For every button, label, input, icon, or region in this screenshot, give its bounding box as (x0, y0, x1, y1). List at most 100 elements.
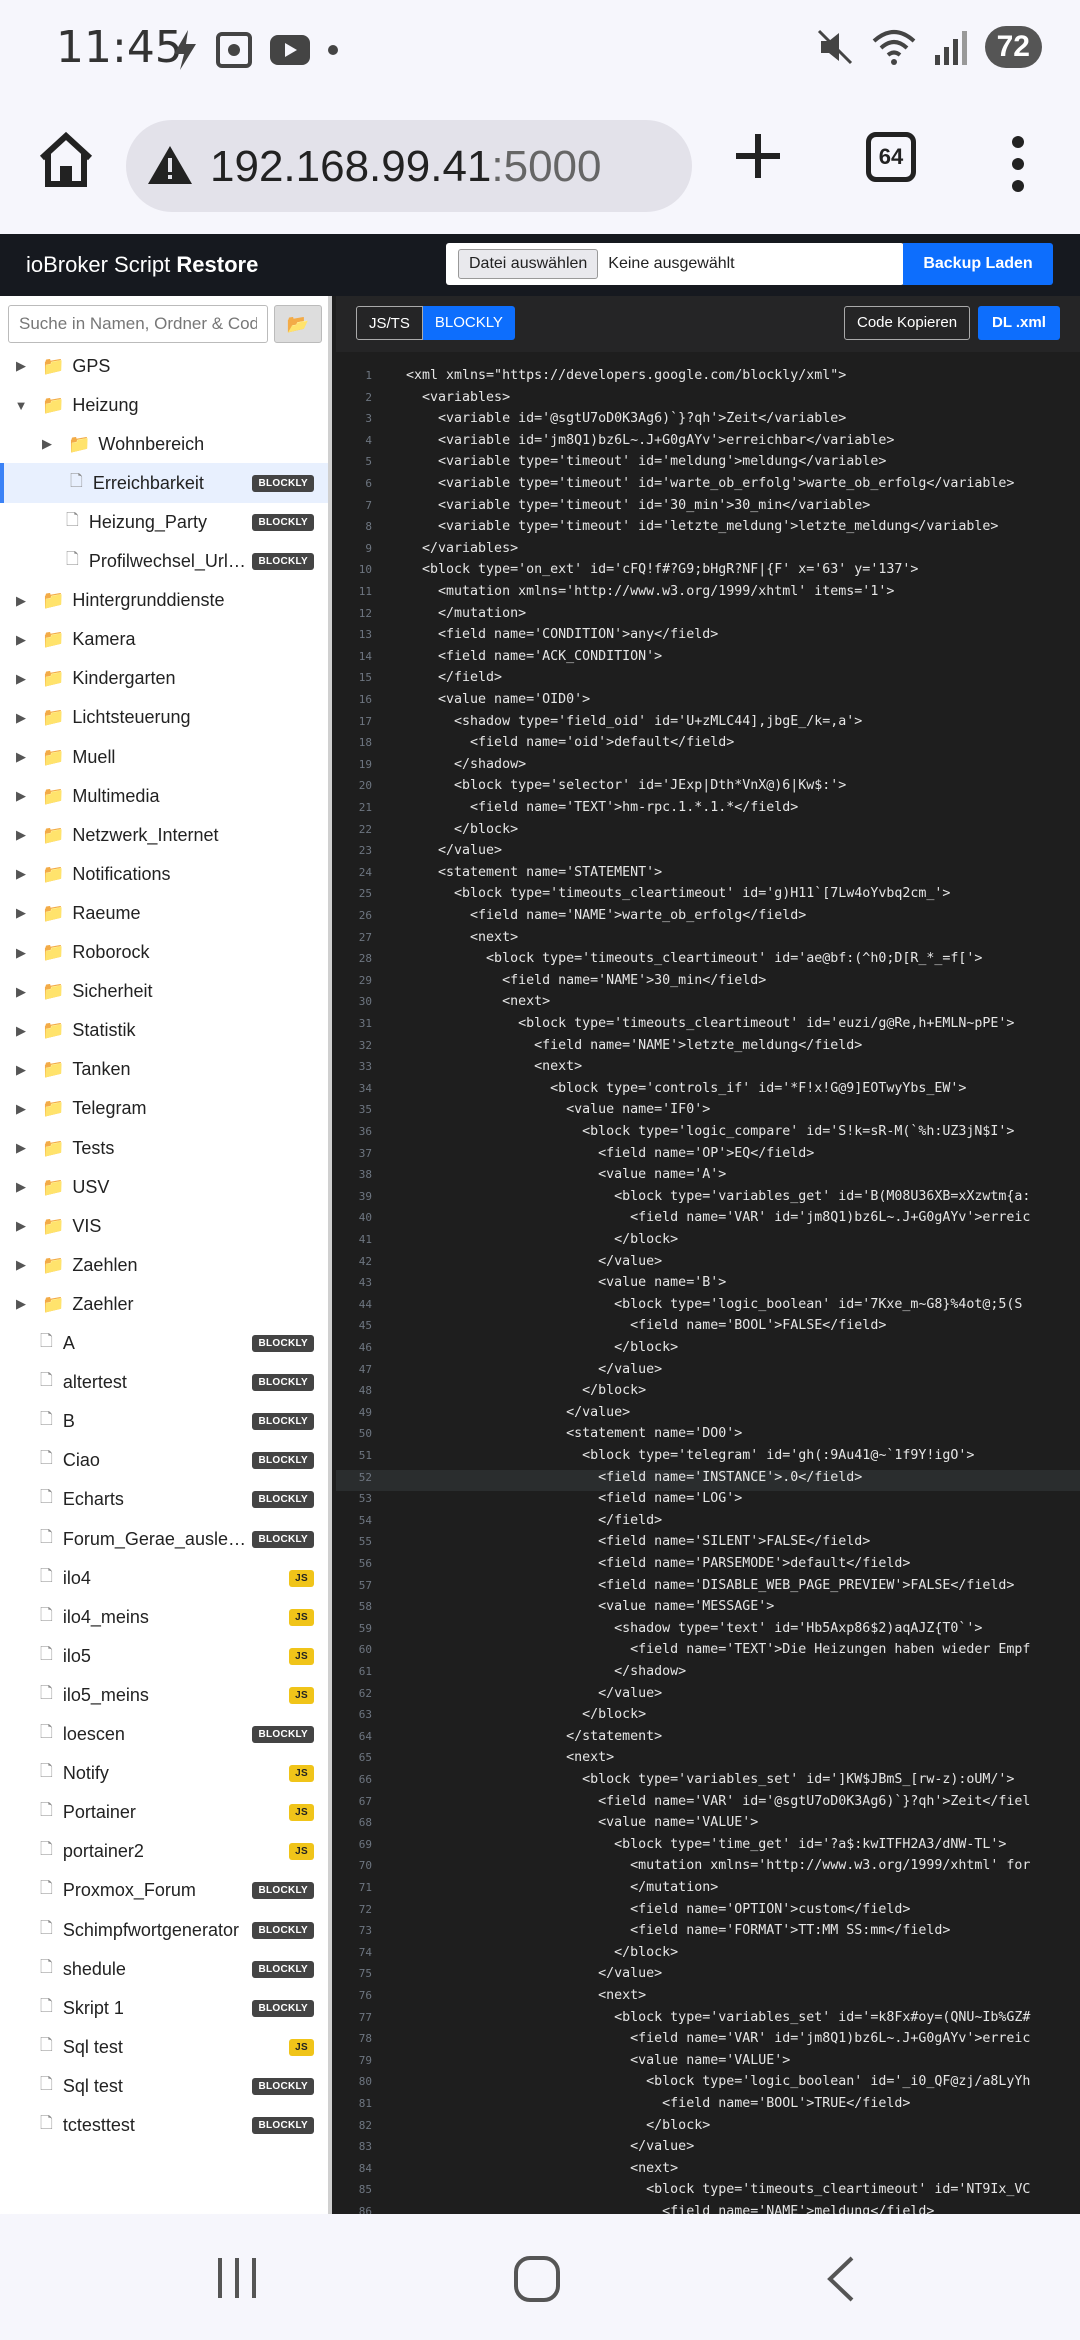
tree-folder[interactable]: ▶ 📁 VIS (0, 1206, 328, 1246)
tree-file[interactable]: 🗋 tctesttest BLOCKLY (0, 2106, 328, 2146)
tree-folder[interactable]: ▶ 📁 Kindergarten (0, 659, 328, 699)
tree-file[interactable]: 🗋 portainer2 JS (0, 1832, 328, 1872)
tree-file[interactable]: 🗋 ilo4_meins JS (0, 1597, 328, 1637)
tree-folder[interactable]: ▶ 📁 Tanken (0, 1050, 328, 1090)
load-backup-button[interactable]: Backup Laden (903, 243, 1053, 285)
new-tab-icon[interactable] (730, 128, 786, 184)
tree-folder[interactable]: ▶ 📁 Hintergrunddienste (0, 581, 328, 621)
chevron-right-icon[interactable]: ▶ (14, 1101, 28, 1117)
tree-file[interactable]: 🗋 shedule BLOCKLY (0, 1949, 328, 1989)
code-line: 31 <block type='timeouts_cleartimeout' i… (336, 1016, 1080, 1038)
tree-file[interactable]: 🗋 Ciao BLOCKLY (0, 1441, 328, 1481)
tree-folder[interactable]: ▶ 📁 Telegram (0, 1089, 328, 1129)
tree-folder[interactable]: ▶ 📁 Wohnbereich (0, 424, 328, 464)
chevron-right-icon[interactable]: ▶ (14, 671, 28, 687)
tree-file[interactable]: 🗋 ilo5 JS (0, 1636, 328, 1676)
tab-switcher-button[interactable]: 64 (866, 132, 916, 182)
tree-folder[interactable]: ▶ 📁 Notifications (0, 854, 328, 894)
back-icon[interactable] (822, 2254, 858, 2304)
chevron-right-icon[interactable]: ▶ (14, 749, 28, 765)
download-xml-button[interactable]: DL .xml (978, 306, 1060, 340)
home-button-icon[interactable] (512, 2254, 562, 2304)
tree-file[interactable]: 🗋 Proxmox_Forum BLOCKLY (0, 1871, 328, 1911)
tree-file[interactable]: 🗋 A BLOCKLY (0, 1324, 328, 1364)
more-options-icon[interactable] (1008, 134, 1028, 194)
tree-folder[interactable]: ▼ 📁 Heizung (0, 385, 328, 425)
tree-file[interactable]: 🗋 ilo5_meins JS (0, 1675, 328, 1715)
code-line: 8 <variable type='timeout' id='letzte_me… (336, 519, 1080, 541)
tree-file[interactable]: 🗋 ilo4 JS (0, 1558, 328, 1598)
tree-folder[interactable]: ▶ 📁 Tests (0, 1128, 328, 1168)
url-text[interactable]: 192.168.99.41:5000 (210, 142, 602, 192)
tree-folder[interactable]: ▶ 📁 Roborock (0, 933, 328, 973)
line-number: 76 (358, 1989, 372, 2002)
tree-file[interactable]: 🗋 Schimpfwortgenerator BLOCKLY (0, 1910, 328, 1950)
chevron-right-icon[interactable]: ▶ (14, 1296, 28, 1312)
tree-file[interactable]: 🗋 Heizung_Party BLOCKLY (0, 502, 328, 542)
chevron-right-icon[interactable]: ▶ (14, 1062, 28, 1078)
tree-file[interactable]: 🗋 loescen BLOCKLY (0, 1715, 328, 1755)
tree-folder[interactable]: ▶ 📁 Sicherheit (0, 972, 328, 1012)
chevron-right-icon[interactable]: ▶ (14, 905, 28, 921)
chevron-right-icon[interactable]: ▶ (14, 945, 28, 961)
chevron-right-icon[interactable]: ▶ (14, 866, 28, 882)
recent-apps-icon[interactable] (212, 2256, 262, 2300)
tree-file[interactable]: 🗋 Echarts BLOCKLY (0, 1480, 328, 1520)
tree-folder[interactable]: ▶ 📁 Zaehlen (0, 1245, 328, 1285)
tree-folder[interactable]: ▶ 📁 Raeume (0, 893, 328, 933)
code-view[interactable]: 1 <xml xmlns="https://developers.google.c… (336, 368, 1080, 2214)
script-type-badge: JS (289, 1647, 314, 1665)
chevron-right-icon[interactable]: ▶ (14, 632, 28, 648)
folder-icon: 📂 (286, 314, 310, 334)
mode-js-ts-button[interactable]: JS/TS (356, 306, 423, 340)
code-text: <next> (406, 1750, 615, 1766)
chevron-right-icon[interactable]: ▶ (14, 1257, 28, 1273)
tree-file[interactable]: 🗋 Profilwechsel_Urlaub BLOCKLY (0, 542, 328, 582)
chevron-right-icon[interactable]: ▶ (14, 1179, 28, 1195)
folder-icon: 📁 (42, 1215, 65, 1236)
mode-blockly-button[interactable]: BLOCKLY (422, 306, 515, 340)
copy-code-button[interactable]: Code Kopieren (844, 306, 971, 340)
tree-file[interactable]: 🗋 Forum_Gerae_auslesen BLOCKLY (0, 1519, 328, 1559)
tree-folder[interactable]: ▶ 📁 Multimedia (0, 776, 328, 816)
search-input[interactable] (8, 305, 268, 343)
chevron-right-icon[interactable]: ▶ (14, 1218, 28, 1234)
line-number: 43 (358, 1276, 372, 1290)
chevron-right-icon[interactable]: ▶ (40, 436, 54, 452)
tree-folder[interactable]: ▶ 📁 GPS (0, 346, 328, 386)
tree-folder[interactable]: ▶ 📁 Zaehler (0, 1284, 328, 1324)
tree-folder[interactable]: ▶ 📁 Lichtsteuerung (0, 698, 328, 738)
tree-file[interactable]: 🗋 altertest BLOCKLY (0, 1363, 328, 1403)
chevron-right-icon[interactable]: ▶ (14, 710, 28, 726)
tree-folder[interactable]: ▶ 📁 Statistik (0, 1011, 328, 1051)
code-text: <next> (406, 1988, 647, 2003)
chevron-right-icon[interactable]: ▶ (14, 358, 28, 374)
chevron-right-icon[interactable]: ▶ (14, 984, 28, 1000)
tree-folder[interactable]: ▶ 📁 Netzwerk_Internet (0, 815, 328, 855)
chevron-right-icon[interactable]: ▶ (14, 1140, 28, 1156)
tree-item-label: shedule (62, 1958, 126, 1979)
home-icon[interactable] (34, 128, 98, 192)
file-input[interactable]: Datei auswählen Keine ausgewählt (446, 243, 904, 285)
chevron-right-icon[interactable]: ▶ (14, 593, 28, 609)
choose-file-button[interactable]: Datei auswählen (458, 249, 599, 279)
tree-file[interactable]: 🗋 Erreichbarkeit BLOCKLY (0, 463, 328, 504)
tree-folder[interactable]: ▶ 📁 USV (0, 1167, 328, 1207)
tree-folder[interactable]: ▶ 📁 Muell (0, 737, 328, 777)
chevron-down-icon[interactable]: ▼ (14, 398, 28, 413)
tree-folder[interactable]: ▶ 📁 Kamera (0, 620, 328, 660)
tree-file[interactable]: 🗋 Notify JS (0, 1754, 328, 1794)
line-number: 57 (358, 1578, 372, 1592)
tree-file[interactable]: 🗋 Portainer JS (0, 1793, 328, 1833)
chevron-right-icon[interactable]: ▶ (14, 788, 28, 804)
folder-toggle-button[interactable]: 📂 (274, 305, 322, 343)
chevron-right-icon[interactable]: ▶ (14, 1023, 28, 1039)
tree-file[interactable]: 🗋 Sql test BLOCKLY (0, 2066, 328, 2106)
line-number: 86 (358, 2205, 372, 2214)
tree-file[interactable]: 🗋 Sql test JS (0, 2027, 328, 2067)
tree-file[interactable]: 🗋 B BLOCKLY (0, 1402, 328, 1442)
url-bar[interactable]: 192.168.99.41:5000 (126, 120, 692, 212)
tree-file[interactable]: 🗋 Skript 1 BLOCKLY (0, 1988, 328, 2028)
not-secure-warning-icon[interactable] (146, 142, 194, 190)
chevron-right-icon[interactable]: ▶ (14, 827, 28, 843)
